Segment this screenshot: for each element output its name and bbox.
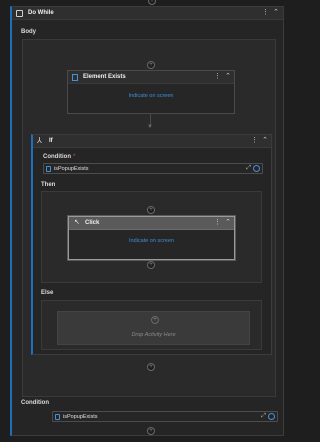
condition-label: Condition <box>21 400 49 406</box>
drop-activity-placeholder: Drop Activity Here <box>131 332 176 338</box>
add-activity-before-click[interactable]: + <box>147 206 155 214</box>
element-exists-collapse-icon[interactable]: ⌃ <box>225 73 231 81</box>
add-activity-top[interactable]: + <box>148 0 156 5</box>
else-branch[interactable]: + Drop Activity Here <box>41 300 262 350</box>
element-exists-title: Element Exists <box>83 74 126 80</box>
expression-icon <box>55 414 60 420</box>
if-collapse-icon[interactable]: ⌃ <box>262 137 268 145</box>
expand-editor-icon[interactable]: ⤢ <box>246 165 251 172</box>
click-icon: ↖ <box>74 219 80 226</box>
do-while-header[interactable]: Do While ⋮ ⌃ <box>12 7 283 20</box>
add-activity-after-if[interactable]: + <box>147 363 155 371</box>
connector-arrow-icon: ▼ <box>147 124 153 130</box>
element-exists-icon <box>72 74 78 81</box>
if-condition-value: isPopupExists <box>54 166 89 172</box>
do-while-title: Do While <box>28 10 54 16</box>
if-condition-field[interactable]: isPopupExists ⤢ <box>43 163 263 174</box>
body-label: Body <box>21 29 36 35</box>
if-branch-icon: ⅄ <box>37 136 42 145</box>
if-header[interactable]: ⅄ If ⋮ ⌃ <box>33 135 271 148</box>
else-label: Else <box>41 290 54 296</box>
if-title: If <box>49 138 53 144</box>
click-menu-icon[interactable]: ⋮ <box>214 219 221 227</box>
click-indicate-link[interactable]: Indicate on screen <box>69 238 234 244</box>
do-while-icon <box>16 10 23 17</box>
element-exists-activity[interactable]: Element Exists ⋮ ⌃ Indicate on screen <box>67 70 235 114</box>
element-exists-menu-icon[interactable]: ⋮ <box>214 73 221 81</box>
click-title: Click <box>85 220 100 226</box>
element-exists-indicate-link[interactable]: Indicate on screen <box>68 93 234 99</box>
add-activity-before-element-exists[interactable]: + <box>147 61 155 69</box>
do-while-collapse-icon[interactable]: ⌃ <box>273 9 279 17</box>
drop-activity-zone[interactable]: + Drop Activity Here <box>57 311 250 345</box>
click-header[interactable]: ↖ Click ⋮ ⌃ <box>69 217 234 230</box>
element-exists-header[interactable]: Element Exists ⋮ ⌃ <box>68 71 234 84</box>
if-menu-icon[interactable]: ⋮ <box>251 137 258 145</box>
required-marker: * <box>73 154 76 160</box>
expression-icon <box>46 166 51 172</box>
do-while-condition-field[interactable]: isPopupExists ⤢ <box>52 411 278 422</box>
info-icon[interactable] <box>253 165 260 172</box>
add-activity-after-click[interactable]: + <box>147 261 155 269</box>
click-collapse-icon[interactable]: ⌃ <box>225 219 231 227</box>
info-icon[interactable] <box>268 413 275 420</box>
if-condition-label: Condition <box>43 154 71 160</box>
then-label: Then <box>41 182 56 188</box>
add-activity-bottom[interactable]: + <box>147 427 155 435</box>
expand-editor-icon[interactable]: ⤢ <box>261 413 266 420</box>
click-activity[interactable]: ↖ Click ⋮ ⌃ Indicate on screen <box>68 216 235 260</box>
do-while-condition-value: isPopupExists <box>63 414 98 420</box>
add-activity-else[interactable]: + <box>151 316 159 324</box>
do-while-menu-icon[interactable]: ⋮ <box>262 9 269 17</box>
